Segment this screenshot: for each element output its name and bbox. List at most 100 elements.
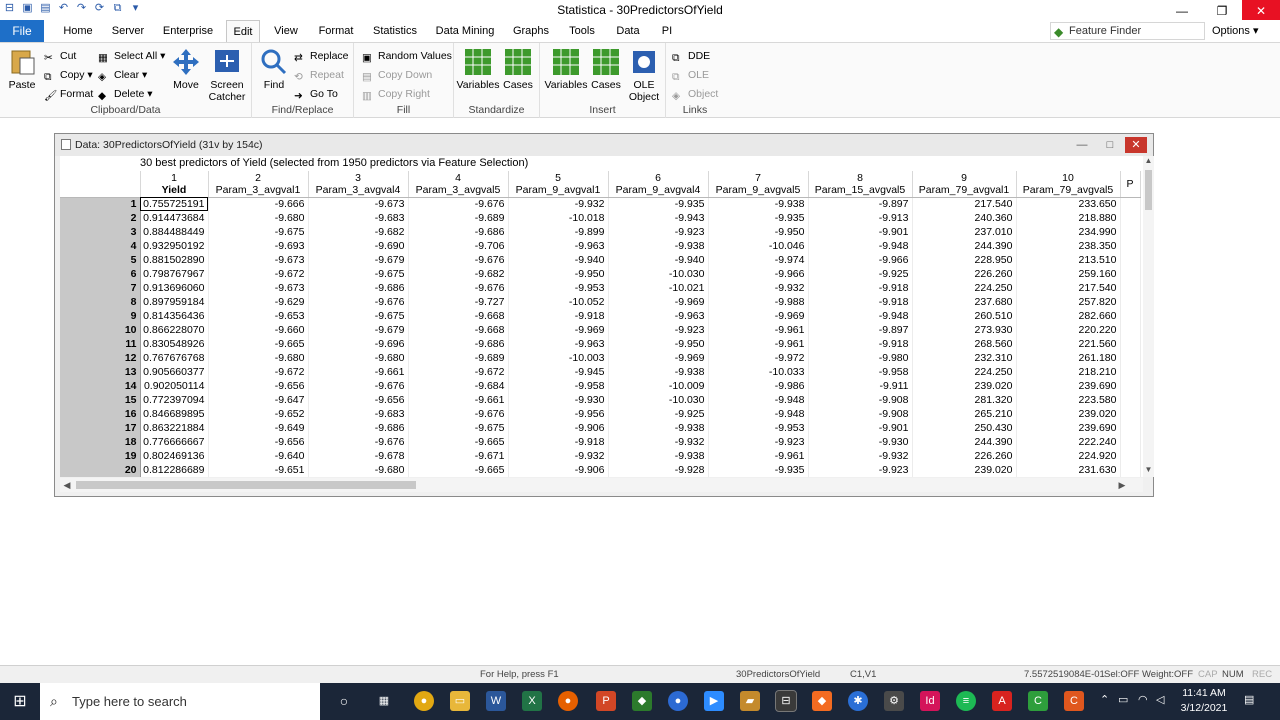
data-cell[interactable]: -9.672 xyxy=(208,365,309,379)
data-cell[interactable]: -10.030 xyxy=(608,267,709,281)
data-cell[interactable]: -9.683 xyxy=(308,211,409,225)
data-cell[interactable]: 239.020 xyxy=(912,463,1017,477)
data-cell[interactable]: -10.033 xyxy=(708,365,809,379)
data-cell[interactable]: -9.675 xyxy=(308,309,409,323)
spreadsheet-grid[interactable]: 30 best predictors of Yield (selected fr… xyxy=(60,156,1143,477)
data-cell[interactable]: -9.689 xyxy=(408,351,509,365)
data-cell[interactable]: -9.675 xyxy=(408,421,509,435)
data-cell[interactable]: -9.928 xyxy=(608,463,709,477)
network-app-icon[interactable]: ✱ xyxy=(848,691,868,711)
data-cell[interactable] xyxy=(1120,197,1141,211)
data-cell[interactable]: -10.052 xyxy=(508,295,609,309)
data-cell[interactable]: -9.682 xyxy=(408,267,509,281)
data-cell[interactable]: -9.640 xyxy=(208,449,309,463)
data-cell[interactable]: -9.661 xyxy=(308,365,409,379)
data-cell[interactable]: 244.390 xyxy=(912,435,1017,449)
data-cell[interactable]: 250.430 xyxy=(912,421,1017,435)
data-cell[interactable]: 273.930 xyxy=(912,323,1017,337)
standardize-cases-button[interactable]: Cases xyxy=(498,47,538,91)
network-icon[interactable]: ▭ xyxy=(1118,693,1128,706)
row-number[interactable]: 13 xyxy=(60,365,141,379)
recorder-icon[interactable]: C xyxy=(1064,691,1084,711)
data-cell[interactable] xyxy=(1120,421,1141,435)
data-cell[interactable]: 0.812286689 xyxy=(140,463,209,477)
options-menu[interactable]: Options ▾ xyxy=(1212,24,1259,37)
minimize-icon[interactable]: — xyxy=(1069,137,1095,153)
data-cell[interactable]: -9.665 xyxy=(208,337,309,351)
data-cell[interactable]: -10.021 xyxy=(608,281,709,295)
object-button[interactable]: ◈ Object xyxy=(672,86,718,102)
data-cell[interactable]: -9.940 xyxy=(508,253,609,267)
dde-button[interactable]: ⧉ DDE xyxy=(672,48,710,64)
maximize-icon[interactable]: □ xyxy=(1097,137,1123,153)
data-cell[interactable]: 228.950 xyxy=(912,253,1017,267)
data-window-titlebar[interactable]: Data: 30PredictorsOfYield (31v by 154c) xyxy=(55,134,1153,156)
data-cell[interactable] xyxy=(1120,351,1141,365)
data-cell[interactable]: -10.009 xyxy=(608,379,709,393)
data-cell[interactable]: -9.651 xyxy=(208,463,309,477)
tab-file[interactable]: File xyxy=(0,20,44,42)
move-button[interactable]: Move xyxy=(164,47,208,91)
delete-button[interactable]: ◆ Delete ▾ xyxy=(98,86,153,102)
data-cell[interactable]: -9.680 xyxy=(208,351,309,365)
data-cell[interactable]: -9.923 xyxy=(708,435,809,449)
data-cell[interactable]: -9.680 xyxy=(208,211,309,225)
data-cell[interactable]: -9.945 xyxy=(508,365,609,379)
data-cell[interactable]: 224.920 xyxy=(1016,449,1121,463)
data-cell[interactable]: -9.974 xyxy=(708,253,809,267)
data-cell[interactable]: 0.802469136 xyxy=(140,449,209,463)
data-cell[interactable]: 0.866228070 xyxy=(140,323,209,337)
data-cell[interactable]: -9.966 xyxy=(708,267,809,281)
row-number[interactable]: 2 xyxy=(60,211,141,225)
data-cell[interactable] xyxy=(1120,211,1141,225)
data-cell[interactable]: -9.923 xyxy=(608,225,709,239)
data-cell[interactable]: -9.932 xyxy=(608,435,709,449)
data-cell[interactable]: -9.668 xyxy=(408,323,509,337)
data-cell[interactable] xyxy=(1120,295,1141,309)
data-cell[interactable]: -9.689 xyxy=(408,211,509,225)
data-cell[interactable]: 237.010 xyxy=(912,225,1017,239)
row-number[interactable]: 19 xyxy=(60,449,141,463)
scroll-down-icon[interactable]: ▼ xyxy=(1143,465,1154,477)
column-header[interactable]: 9 Param_79_avgval1 xyxy=(912,171,1017,198)
insert-cases-button[interactable]: Cases xyxy=(586,47,626,91)
data-cell[interactable]: -9.950 xyxy=(508,267,609,281)
taskbar-clock[interactable]: 11:41 AM 3/12/2021 xyxy=(1176,686,1232,716)
data-cell[interactable] xyxy=(1120,379,1141,393)
data-cell[interactable]: -9.679 xyxy=(308,323,409,337)
data-cell[interactable]: -9.672 xyxy=(208,267,309,281)
column-header[interactable]: P xyxy=(1120,171,1141,198)
data-cell[interactable]: -9.938 xyxy=(608,421,709,435)
paste-button[interactable]: Paste xyxy=(0,47,44,91)
data-cell[interactable]: -9.661 xyxy=(408,393,509,407)
data-cell[interactable]: 260.510 xyxy=(912,309,1017,323)
row-number[interactable]: 10 xyxy=(60,323,141,337)
data-cell[interactable]: 282.660 xyxy=(1016,309,1121,323)
data-cell[interactable]: 0.798767967 xyxy=(140,267,209,281)
data-cell[interactable]: -9.906 xyxy=(508,421,609,435)
data-cell[interactable]: -9.948 xyxy=(708,407,809,421)
data-cell[interactable]: -9.938 xyxy=(608,239,709,253)
data-cell[interactable]: 224.250 xyxy=(912,281,1017,295)
replace-button[interactable]: ⇄ Replace xyxy=(294,48,349,64)
excel-icon[interactable]: X xyxy=(522,691,542,711)
data-cell[interactable] xyxy=(1120,393,1141,407)
data-cell[interactable]: -9.727 xyxy=(408,295,509,309)
spotify-icon[interactable]: ≡ xyxy=(956,691,976,711)
data-cell[interactable] xyxy=(1120,365,1141,379)
data-cell[interactable]: 0.814356436 xyxy=(140,309,209,323)
powerpoint-icon[interactable]: P xyxy=(596,691,616,711)
indesign-icon[interactable]: Id xyxy=(920,691,940,711)
tab-edit[interactable]: Edit xyxy=(226,20,260,42)
row-number[interactable]: 1 xyxy=(60,197,141,211)
data-cell[interactable]: 224.250 xyxy=(912,365,1017,379)
random-values-button[interactable]: ▣ Random Values xyxy=(362,48,452,64)
cortana-icon[interactable]: ○ xyxy=(334,691,354,711)
ole-button[interactable]: ⧉ OLE xyxy=(672,67,709,83)
cut-button[interactable]: ✂ Cut xyxy=(44,48,76,64)
data-cell[interactable]: -9.935 xyxy=(608,197,709,211)
data-cell[interactable]: -9.673 xyxy=(208,253,309,267)
restore-icon[interactable]: ❐ xyxy=(1202,0,1242,22)
data-cell[interactable]: -9.923 xyxy=(608,323,709,337)
data-cell[interactable]: -9.918 xyxy=(808,295,913,309)
